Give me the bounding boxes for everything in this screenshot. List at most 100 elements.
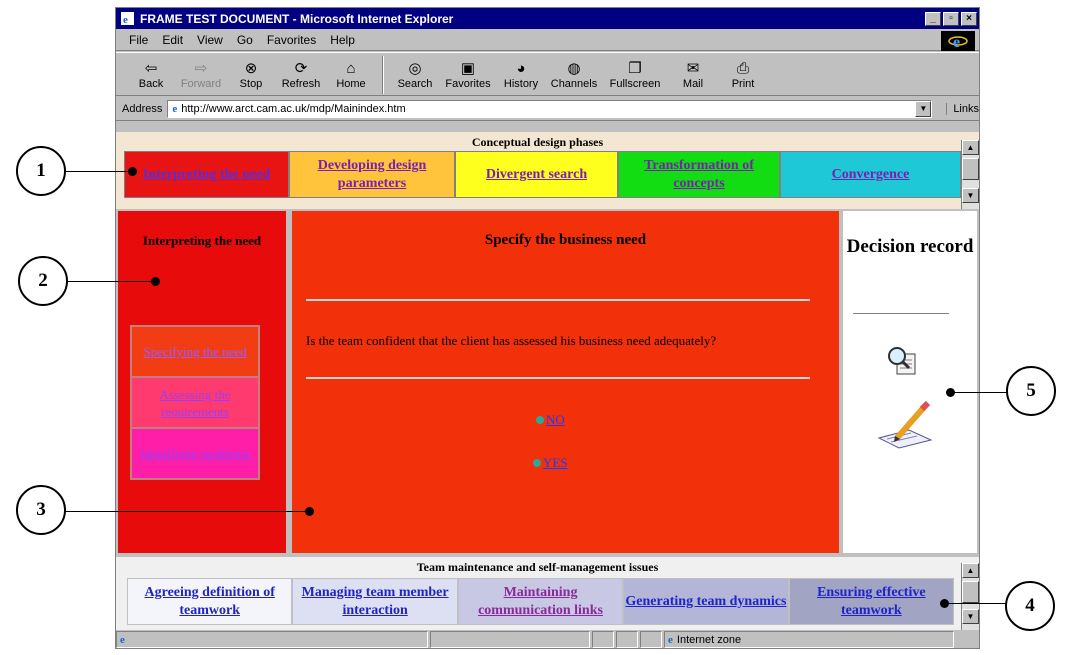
menu-edit[interactable]: Edit [162,33,183,47]
team-nav: Agreeing definition of teamwork Managing… [127,578,955,625]
history-icon: ◕ [516,59,526,77]
channels-icon: ◍ [567,60,581,77]
decision-record-title: Decision record [846,236,974,257]
home-icon: ⌂ [346,59,356,77]
links-button[interactable]: Links [946,102,979,115]
page-icon: e [172,102,178,115]
window-title: FRAME TEST DOCUMENT - Microsoft Internet… [140,11,454,26]
browser-window: e FRAME TEST DOCUMENT - Microsoft Intern… [115,7,980,649]
status-bar: e e Internet zone [116,631,979,649]
question-title: Specify the business need [484,232,647,248]
stop-button[interactable]: ⊗ Stop [226,53,276,95]
address-dropdown-icon[interactable]: ▼ [915,100,932,117]
status-cell [592,631,614,648]
status-cell [616,631,638,648]
ie-app-icon: e [120,11,135,26]
menu-favorites[interactable]: Favorites [267,33,316,47]
bullet-icon [533,459,541,467]
scroll-thumb[interactable] [962,581,979,603]
subnav-specifying-the-need[interactable]: Specifying the need [131,326,259,377]
callout-5: 5 [1006,366,1056,416]
menu-file[interactable]: File [129,33,148,47]
refresh-button[interactable]: ⟳ Refresh [276,53,326,95]
phase-developing-design-parameters[interactable]: Developing design parameters [289,151,455,198]
search-button[interactable]: ◎ Search [390,53,440,95]
team-maintaining-communication[interactable]: Maintaining communication links [457,578,624,625]
phase-convergence[interactable]: Convergence [780,151,961,198]
maximize-button[interactable]: ▫ [943,11,959,26]
print-button[interactable]: ⎙ Print [718,53,768,95]
bottom-frame-header: Team maintenance and self-management iss… [416,560,659,574]
scroll-up-icon[interactable]: ▲ [962,563,979,578]
callout-dot-4 [940,599,949,608]
magnifier-document-icon[interactable] [885,344,921,383]
stop-icon: ⊗ [244,60,258,77]
scroll-up-icon[interactable]: ▲ [962,140,979,155]
menu-help[interactable]: Help [330,33,355,47]
scroll-thumb[interactable] [962,158,979,180]
decision-divider [853,313,949,314]
history-button[interactable]: ◕ History [496,53,546,95]
forward-button[interactable]: ⇨ Forward [176,53,226,95]
answer-no-label: NO [546,412,565,427]
back-button[interactable]: ⇦ Back [126,53,176,95]
answer-no[interactable]: NO [536,412,565,428]
menu-view[interactable]: View [197,33,223,47]
team-agreeing-definition[interactable]: Agreeing definition of teamwork [127,578,293,625]
home-button[interactable]: ⌂ Home [326,53,376,95]
phase-transformation-of-concepts[interactable]: Transformation of concepts [618,151,780,198]
forward-arrow-icon: ⇨ [194,60,208,77]
callout-1: 1 [16,146,66,196]
left-frame-title: Interpreting the need [142,233,262,248]
favorites-button[interactable]: ▣ Favorites [440,53,496,95]
divider-top [306,299,810,301]
bottom-frame-scrollbar[interactable]: ▲ ▼ [961,563,979,630]
team-generating-dynamics[interactable]: Generating team dynamics [623,578,789,625]
callout-dot-3 [305,507,314,516]
left-frame: Interpreting the need Specifying the nee… [116,209,288,555]
sub-nav: Specifying the need Assessing the requir… [130,325,260,480]
top-frame-scrollbar[interactable]: ▲ ▼ [961,140,979,209]
top-frame-header: Conceptual design phases [471,135,604,149]
subnav-identifying-problems[interactable]: Identifying problems [131,428,259,479]
team-managing-interaction[interactable]: Managing team member interaction [292,578,458,625]
callout-2: 2 [18,256,68,306]
favorites-icon: ▣ [460,60,476,77]
svg-text:e: e [953,34,960,50]
status-zone: e Internet zone [664,631,954,648]
status-cell [640,631,662,648]
question-text: Is the team confident that the client ha… [306,333,717,348]
answer-yes[interactable]: YES [533,455,568,471]
ie-throbber-icon: e [941,31,975,51]
mail-button[interactable]: ✉ Mail [668,53,718,95]
bottom-frame: Team maintenance and self-management iss… [116,557,979,630]
phase-nav: Interpreting the need Developing design … [124,151,961,198]
menu-go[interactable]: Go [237,33,253,47]
channels-button[interactable]: ◍ Channels [546,53,602,95]
mail-icon: ✉ [686,60,700,77]
team-ensuring-effective[interactable]: Ensuring effective teamwork [788,578,955,625]
title-bar[interactable]: e FRAME TEST DOCUMENT - Microsoft Intern… [116,8,979,29]
phase-divergent-search[interactable]: Divergent search [455,151,618,198]
svg-text:e: e [123,14,128,26]
minimize-button[interactable]: _ [925,11,941,26]
subnav-assessing-the-requirements[interactable]: Assessing the requirements [131,377,259,428]
callout-dot-2 [151,277,160,286]
print-icon: ⎙ [736,59,749,77]
scroll-down-icon[interactable]: ▼ [962,609,979,624]
pencil-notepad-icon[interactable] [875,400,935,455]
callout-line-4 [944,603,1008,604]
fullscreen-button[interactable]: ❐ Fullscreen [602,53,668,95]
scroll-down-icon[interactable]: ▼ [962,188,979,203]
back-arrow-icon: ⇦ [144,60,158,77]
toolbar-separator [382,56,384,94]
top-frame: Conceptual design phases Interpreting th… [116,132,979,209]
callout-3: 3 [16,485,66,535]
callout-line-5 [950,392,1010,393]
answer-yes-label: YES [543,455,568,470]
status-page-icon-cell: e [116,631,428,648]
close-button[interactable]: × [961,11,977,26]
address-input[interactable]: e http://www.arct.cam.ac.uk/mdp/Maininde… [167,99,933,118]
phase-interpreting-the-need[interactable]: Interpreting the need [124,151,289,198]
search-icon: ◎ [408,60,422,77]
